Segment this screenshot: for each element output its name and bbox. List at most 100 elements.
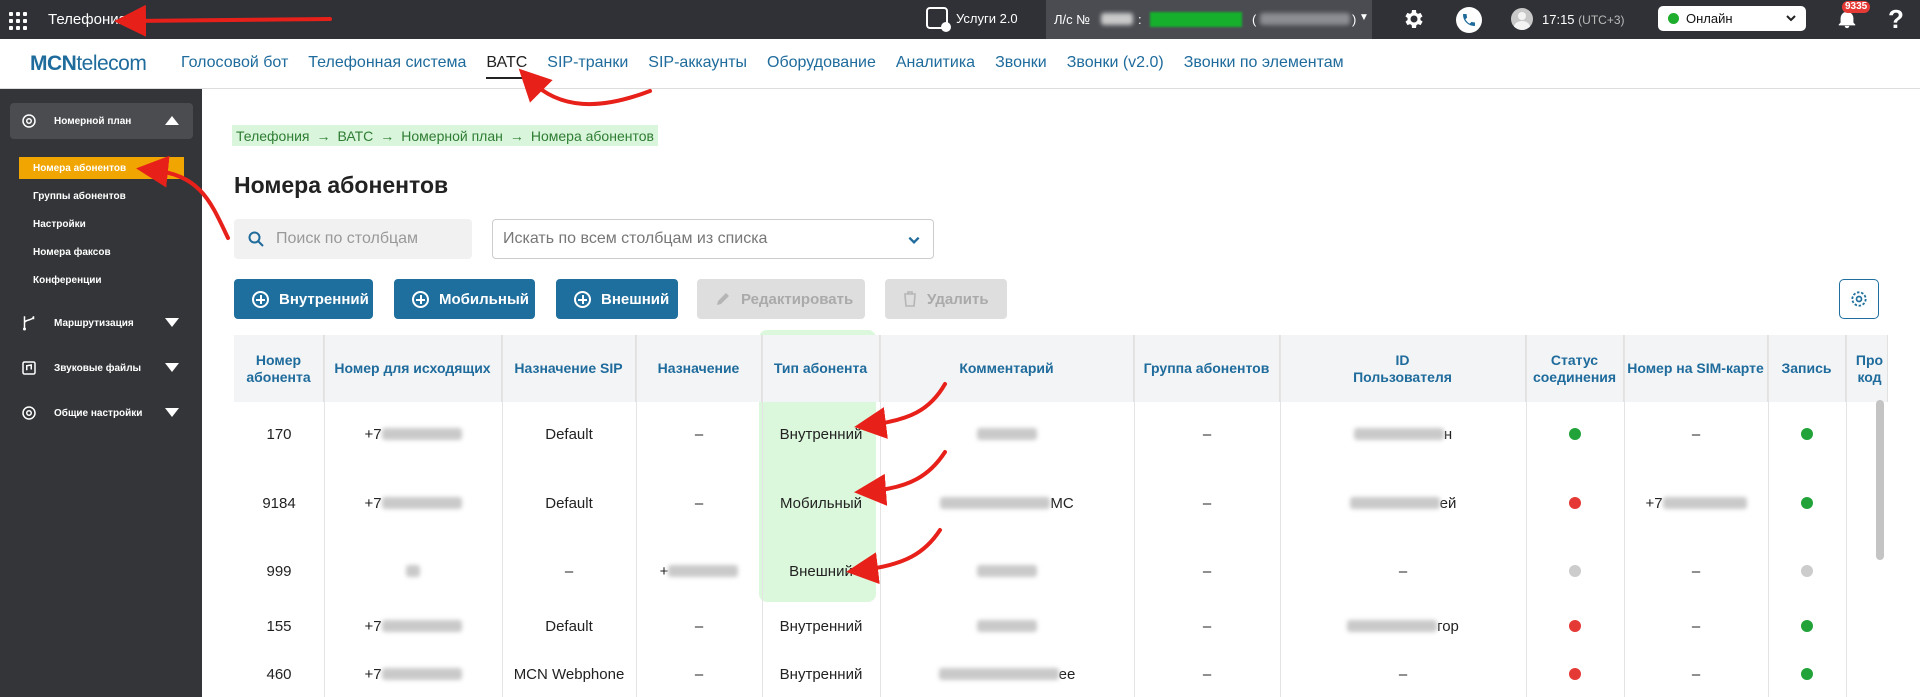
add-internal-button[interactable]: Внутренний xyxy=(234,279,373,319)
nav-link-calls-v2[interactable]: Звонки (v2.0) xyxy=(1067,54,1164,79)
nav-link-voice-bot[interactable]: Голосовой бот xyxy=(181,54,288,79)
breadcrumb-arrow-icon: → xyxy=(316,127,331,144)
sidebar-item-subscriber-numbers[interactable]: Номера абонентов xyxy=(19,157,184,179)
logo[interactable]: MCNtelecom xyxy=(30,52,147,76)
table-row[interactable]: 155 +7 Default – Внутренний – гор – xyxy=(234,602,1888,650)
trash-icon xyxy=(904,291,916,307)
status-select-value: Онлайн xyxy=(1686,11,1733,26)
status-select[interactable]: Онлайн xyxy=(1658,6,1806,31)
add-external-button[interactable]: Внешний xyxy=(556,279,678,319)
apps-grid-icon[interactable] xyxy=(9,12,27,30)
cell-dest-value: – xyxy=(694,425,704,443)
cell-dest: + xyxy=(636,540,762,602)
col-header-user-id[interactable]: ID Пользователя xyxy=(1280,335,1526,402)
help-icon[interactable]: ? xyxy=(1888,4,1904,35)
col-header-type[interactable]: Тип абонента xyxy=(762,335,880,402)
cell-user: – xyxy=(1280,650,1526,697)
cell-comment: МС xyxy=(880,466,1134,540)
chevron-down-icon xyxy=(908,236,920,244)
status-dot xyxy=(1569,497,1581,509)
col-header-sip[interactable]: Назначение SIP xyxy=(502,335,636,402)
nav-link-sip-accounts[interactable]: SIP-аккаунты xyxy=(648,54,747,79)
blurred-text xyxy=(1353,428,1444,440)
delete-button[interactable]: Удалить xyxy=(885,279,1007,319)
col-header-record[interactable]: Запись xyxy=(1768,335,1846,402)
table-row[interactable]: 9184 +7 Default – Мобильный МС – ей +7 xyxy=(234,466,1888,540)
cell-number-value: 155 xyxy=(266,617,292,635)
plus-circle-icon xyxy=(574,290,591,308)
col-header-group[interactable]: Группа абонентов xyxy=(1134,335,1280,402)
cell-user: – xyxy=(1280,540,1526,602)
triangle-down-icon xyxy=(165,318,179,327)
table-row[interactable]: 999 – + Внешний – – – xyxy=(234,540,1888,602)
sidebar-group-routing[interactable]: Маршрутизация xyxy=(10,305,193,341)
sidebar-item-fax-numbers[interactable]: Номера факсов xyxy=(19,241,111,263)
cell-record xyxy=(1768,540,1846,602)
col-header-status[interactable]: Статус соединения xyxy=(1526,335,1624,402)
table-row[interactable]: 170 +7 Default – Внутренний – н – xyxy=(234,402,1888,466)
app-title[interactable]: Телефония xyxy=(48,11,127,28)
top-bar: Телефония Услуги 2.0 Л/с № : ( ) ▼ 17:15… xyxy=(0,0,1920,39)
nav-link-phone-system[interactable]: Телефонная система xyxy=(308,54,466,79)
blurred-text xyxy=(668,565,739,577)
pencil-icon xyxy=(717,293,729,305)
breadcrumb-telephony[interactable]: Телефония xyxy=(236,128,309,144)
nav-link-calls-by-elements[interactable]: Звонки по элементам xyxy=(1184,54,1344,79)
breadcrumb-arrow-icon: → xyxy=(380,127,395,144)
col-header-outgoing[interactable]: Номер для исходящих xyxy=(324,335,502,402)
col-header-destination[interactable]: Назначение xyxy=(636,335,762,402)
nav-link-vats[interactable]: ВАТС xyxy=(486,54,528,79)
cell-user: ей xyxy=(1280,466,1526,540)
breadcrumb-number-plan[interactable]: Номерной план xyxy=(401,128,503,144)
cell-group-value: – xyxy=(1202,494,1212,512)
cell-dest-value: – xyxy=(694,494,704,512)
cell-outgoing: +7 xyxy=(324,466,502,540)
sidebar-item-conferences[interactable]: Конференции xyxy=(19,269,102,291)
col-header-number[interactable]: Номер абонента xyxy=(234,335,324,402)
outgoing-prefix: +7 xyxy=(364,617,382,635)
add-internal-label: Внутренний xyxy=(279,290,369,308)
col-header-comment[interactable]: Комментарий xyxy=(880,335,1134,402)
search-icon xyxy=(248,231,264,247)
cell-status xyxy=(1526,402,1624,466)
account-prefix: Л/с № xyxy=(1054,12,1091,27)
services-button[interactable]: Услуги 2.0 xyxy=(926,7,1018,32)
cell-group: – xyxy=(1134,650,1280,697)
nav-link-calls[interactable]: Звонки xyxy=(995,54,1047,79)
sidebar-group-number-plan[interactable]: Номерной план xyxy=(10,103,193,139)
settings-gear-icon[interactable] xyxy=(1402,7,1426,31)
sidebar-group-sound-files[interactable]: Звуковые файлы xyxy=(10,350,193,386)
column-filter-select[interactable]: Искать по всем столбцам из списка xyxy=(492,219,934,259)
add-mobile-button[interactable]: Мобильный xyxy=(394,279,535,319)
account-colon: : xyxy=(1138,12,1142,27)
cell-sim: – xyxy=(1624,540,1768,602)
breadcrumb-vats[interactable]: ВАТС xyxy=(337,128,373,144)
search-input[interactable]: Поиск по столбцам xyxy=(234,219,472,259)
sidebar-group-general-settings[interactable]: Общие настройки xyxy=(10,395,193,431)
blurred-text xyxy=(977,428,1037,440)
cell-type-value: Внешний xyxy=(789,562,853,580)
table-settings-button[interactable] xyxy=(1839,279,1879,319)
cell-group-value: – xyxy=(1202,425,1212,443)
outgoing-prefix: +7 xyxy=(364,494,382,512)
cell-user: н xyxy=(1280,402,1526,466)
user-avatar-icon[interactable] xyxy=(1511,8,1533,30)
sidebar-item-subscriber-groups[interactable]: Группы абонентов xyxy=(19,185,126,207)
col-header-pro-code[interactable]: Про код xyxy=(1846,335,1888,402)
nav-link-sip-trunks[interactable]: SIP-транки xyxy=(547,54,628,79)
table-scrollbar[interactable] xyxy=(1876,400,1884,560)
cell-comment xyxy=(880,540,1134,602)
phone-icon[interactable] xyxy=(1456,7,1482,33)
table-row[interactable]: 460 +7 MCN Webphone – Внутренний ее – – – xyxy=(234,650,1888,697)
account-selector[interactable]: Л/с № : ( ) ▼ xyxy=(1046,0,1372,39)
record-dot xyxy=(1801,497,1813,509)
nav-link-analytics[interactable]: Аналитика xyxy=(896,54,975,79)
status-dot xyxy=(1569,428,1581,440)
col-header-sim[interactable]: Номер на SIM-карте xyxy=(1624,335,1768,402)
sidebar-item-settings[interactable]: Настройки xyxy=(19,213,86,235)
edit-button[interactable]: Редактировать xyxy=(697,279,865,319)
nav-link-equipment[interactable]: Оборудование xyxy=(767,54,876,79)
clock: 17:15 (UTC+3) xyxy=(1542,12,1625,27)
cell-outgoing xyxy=(324,540,502,602)
breadcrumb: Телефония → ВАТС → Номерной план → Номер… xyxy=(232,125,658,146)
